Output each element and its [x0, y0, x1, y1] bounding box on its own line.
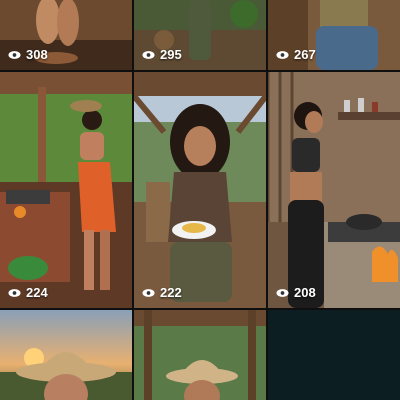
reel-thumbnail-1[interactable]: 308	[0, 0, 132, 70]
reel-thumbnail-4[interactable]: 224	[0, 72, 132, 308]
reel-image-woman-cooking-at-stove	[268, 72, 400, 308]
view-count: 224	[8, 285, 48, 300]
reel-thumbnail-3[interactable]: 267	[268, 0, 400, 70]
reel-thumbnail-8[interactable]	[134, 310, 266, 400]
reel-image-cowboy-hat-porch	[134, 310, 266, 400]
reel-thumbnail-2[interactable]: 295	[134, 0, 266, 70]
eye-icon	[276, 288, 289, 297]
eye-icon	[142, 50, 155, 59]
reel-thumbnail-6[interactable]: 208	[268, 72, 400, 308]
view-count-text: 308	[26, 47, 48, 62]
eye-icon	[276, 50, 289, 59]
reel-thumbnail-5[interactable]: 222	[134, 72, 266, 308]
view-count: 222	[142, 285, 182, 300]
view-count-text: 267	[294, 47, 316, 62]
view-count-text: 208	[294, 285, 316, 300]
view-count: 208	[276, 285, 316, 300]
view-count-text: 224	[26, 285, 48, 300]
view-count-text: 222	[160, 285, 182, 300]
reel-image-woman-with-plate-on-porch	[134, 72, 266, 308]
reel-image-orange-dress-woodstove	[0, 72, 132, 308]
reel-thumbnail-7[interactable]	[0, 310, 132, 400]
reel-image-cowboy-hat-sunset	[0, 310, 132, 400]
view-count: 267	[276, 47, 316, 62]
eye-icon	[8, 50, 21, 59]
reels-grid: 308 295 267 224 222 208	[0, 0, 400, 400]
empty-grid-cell	[268, 310, 400, 400]
eye-icon	[8, 288, 21, 297]
view-count: 308	[8, 47, 48, 62]
view-count-text: 295	[160, 47, 182, 62]
view-count: 295	[142, 47, 182, 62]
eye-icon	[142, 288, 155, 297]
